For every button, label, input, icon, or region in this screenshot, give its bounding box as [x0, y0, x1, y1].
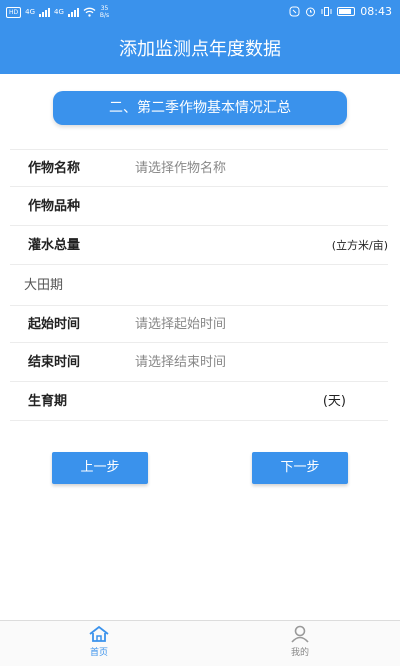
vibrate-icon — [321, 7, 332, 16]
signal-label-1: 4G — [25, 8, 36, 16]
net-speed-value: 35 — [100, 5, 109, 12]
start-time-picker[interactable]: 请选择起始时间 — [135, 306, 226, 344]
battery-icon — [337, 7, 356, 16]
irrigation-row[interactable]: 灌水总量 (立方米/亩) — [10, 227, 388, 265]
end-time-row[interactable]: 结束时间 请选择结束时间 — [10, 344, 388, 382]
growth-period-label: 生育期 — [28, 394, 68, 409]
start-time-label: 起始时间 — [28, 317, 81, 332]
prev-step-button[interactable]: 上一步 — [52, 452, 148, 484]
status-right: 08:43 — [289, 5, 392, 18]
wifi-icon — [83, 7, 96, 17]
alarm-icon — [306, 7, 316, 17]
end-time-label: 结束时间 — [28, 355, 81, 370]
signal-bars-icon — [67, 7, 79, 17]
crop-variety-row[interactable]: 作物品种 — [10, 188, 388, 226]
crop-name-label: 作物名称 — [28, 161, 81, 176]
tab-home-label: 首页 — [89, 648, 108, 658]
crop-name-select[interactable]: 请选择作物名称 — [135, 150, 226, 188]
signal-label-2: 4G — [54, 8, 64, 16]
growth-period-unit: (天) — [322, 394, 346, 409]
crop-name-row[interactable]: 作物名称 请选择作物名称 — [10, 149, 388, 187]
tab-mine[interactable]: 我的 — [270, 625, 330, 658]
next-step-button[interactable]: 下一步 — [252, 452, 348, 484]
page-title: 添加监测点年度数据 — [0, 26, 400, 74]
user-icon — [291, 625, 309, 643]
tab-mine-label: 我的 — [290, 648, 309, 658]
net-speed-unit: B/s — [99, 12, 110, 19]
clock: 08:43 — [360, 5, 392, 18]
crop-variety-label: 作物品种 — [28, 199, 81, 214]
growth-period-row[interactable]: 生育期 (天) — [10, 383, 388, 421]
start-time-row[interactable]: 起始时间 请选择起始时间 — [10, 305, 388, 343]
section-title-button[interactable]: 二、第二季作物基本情况汇总 — [53, 91, 347, 125]
net-speed: 35 B/s — [100, 5, 109, 19]
field-period-header: 大田期 — [24, 278, 64, 293]
status-left: HD 4G 4G 35 B/s — [6, 5, 109, 19]
bottom-tab-bar: 首页 我的 — [0, 620, 400, 666]
end-time-picker[interactable]: 请选择结束时间 — [135, 344, 226, 382]
nfc-icon — [289, 6, 300, 17]
signal-bars-icon — [39, 7, 51, 17]
irrigation-label: 灌水总量 — [28, 238, 81, 253]
status-bar: HD 4G 4G 35 B/s 08:43 — [0, 0, 400, 26]
home-icon — [89, 625, 109, 642]
tab-home[interactable]: 首页 — [69, 625, 129, 658]
irrigation-unit: (立方米/亩) — [331, 239, 388, 252]
hd-badge: HD — [6, 6, 22, 18]
